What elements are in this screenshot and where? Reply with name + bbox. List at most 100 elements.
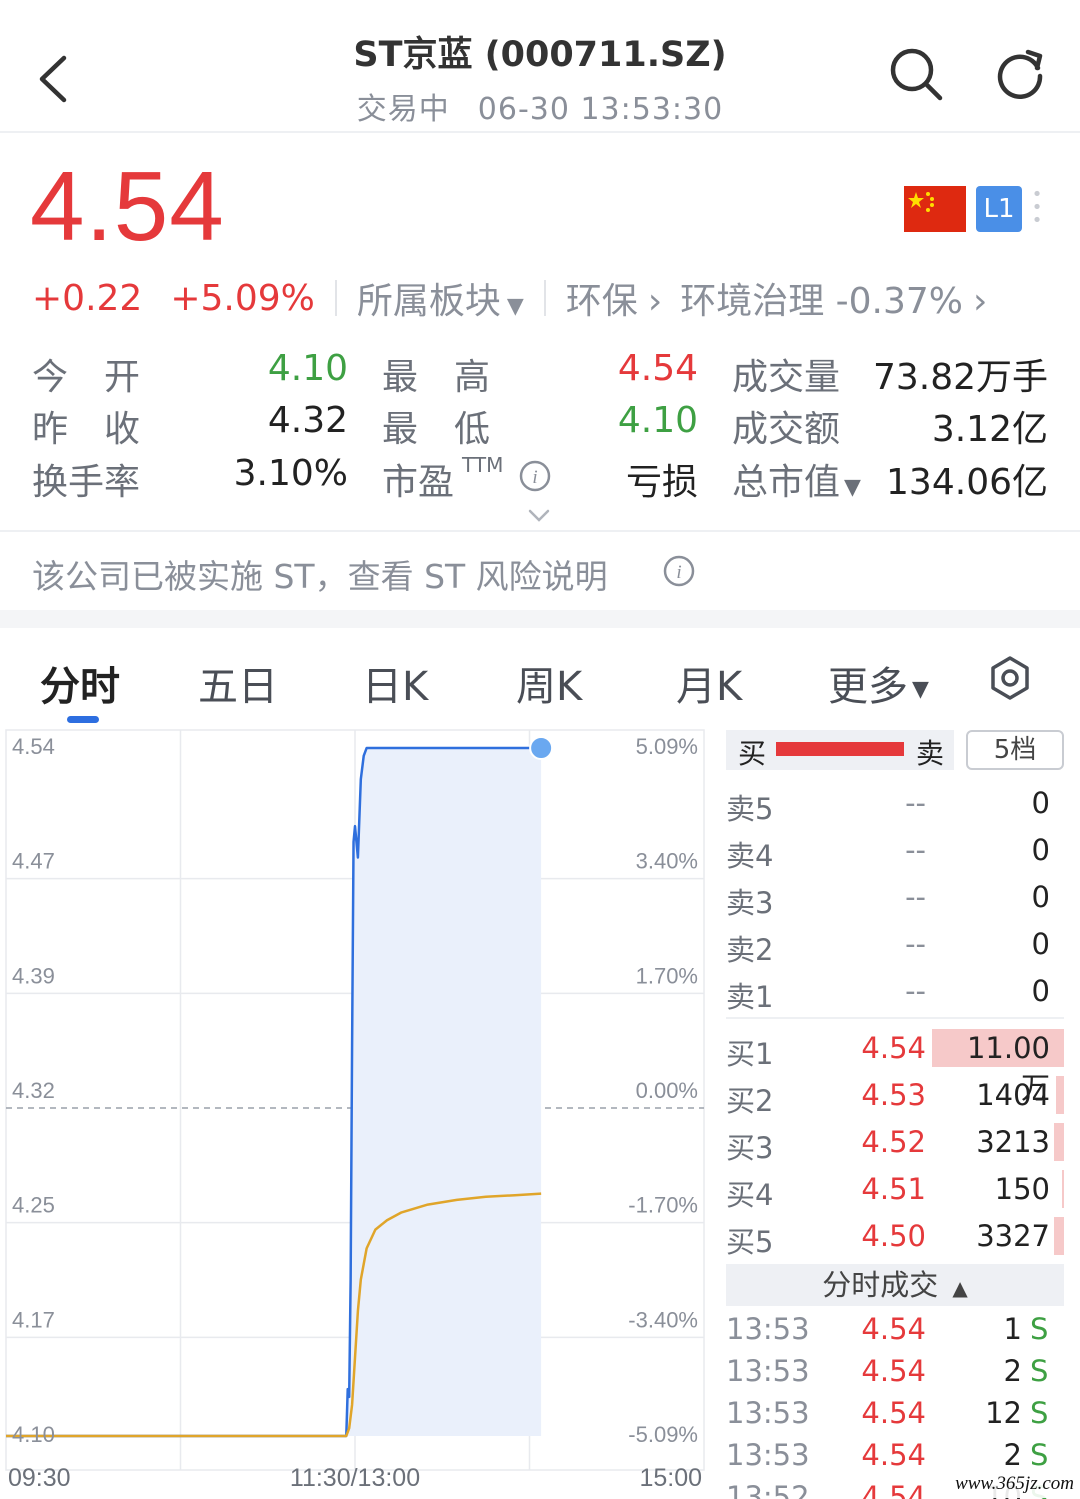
- bid-level-label: 买2: [726, 1084, 774, 1118]
- sell-label: 卖: [916, 737, 945, 770]
- mcap-value: 134.06亿: [886, 462, 1048, 503]
- y-tick-label: 4.10: [12, 1422, 55, 1447]
- svg-text:i: i: [676, 562, 681, 583]
- info-icon[interactable]: i: [662, 554, 696, 588]
- sub-sector-label: 环境治理 -0.37%: [680, 281, 964, 322]
- ask-level-label: 卖3: [726, 886, 774, 920]
- divider: [543, 280, 546, 316]
- settings-hexagon-icon[interactable]: [986, 654, 1034, 702]
- x-tick-label: 11:30/13:00: [290, 1464, 420, 1492]
- bid-volume-bar: [1054, 1217, 1064, 1255]
- trade-price: 4.54: [861, 1438, 926, 1472]
- y-pct-label: 1.70%: [636, 963, 698, 988]
- trades-header[interactable]: 分时成交 ▲: [726, 1264, 1064, 1306]
- section-divider: [0, 610, 1080, 628]
- tab-weekly-k[interactable]: 周K: [516, 654, 582, 712]
- info-icon[interactable]: i: [518, 459, 552, 493]
- y-axis-right: 5.09% 3.40% 1.70% 0.00% -1.70% -3.40% -5.09%: [628, 734, 698, 1447]
- trade-volume: 12: [985, 1396, 1022, 1430]
- depth-toggle-button[interactable]: 5档: [966, 730, 1064, 770]
- refresh-icon[interactable]: [990, 44, 1050, 104]
- book-divider: [726, 1017, 1064, 1019]
- sub-sector-link[interactable]: 环境治理 -0.37% ›: [680, 272, 987, 324]
- trade-volume: 1: [1003, 1312, 1022, 1346]
- expand-chevron-icon[interactable]: [527, 508, 551, 524]
- watermark: www.365jz.com: [950, 1470, 1076, 1498]
- trade-price: 4.54: [861, 1480, 926, 1499]
- y-pct-label: 0.00%: [636, 1078, 698, 1103]
- chevron-right-icon: ›: [973, 281, 988, 322]
- x-axis: 09:30 11:30/13:00 15:00: [8, 1464, 702, 1492]
- trade-time: 13:53: [726, 1396, 810, 1430]
- tab-five-day[interactable]: 五日: [198, 654, 278, 712]
- y-pct-label: 5.09%: [636, 734, 698, 759]
- bid-level-price: 4.54: [861, 1031, 926, 1065]
- last-price: 4.54: [30, 151, 225, 261]
- svg-text:i: i: [532, 467, 537, 488]
- pe-label: 市盈 TTM: [382, 453, 503, 505]
- ask-level-volume: 0: [1031, 927, 1050, 961]
- ask-level-price: --: [905, 927, 926, 961]
- high-label: 最 高: [382, 357, 491, 398]
- search-icon[interactable]: [886, 44, 946, 104]
- industry-link[interactable]: 环保 ›: [566, 272, 662, 324]
- more-dots-icon[interactable]: • • •: [1030, 186, 1044, 230]
- y-pct-label: 3.40%: [636, 849, 698, 874]
- trade-time: 13:52: [726, 1480, 810, 1499]
- low-label: 最 低: [382, 409, 491, 450]
- trade-volume: 2: [1003, 1354, 1022, 1388]
- st-notice-text[interactable]: 该公司已被实施 ST，查看 ST 风险说明: [32, 550, 608, 598]
- bid-level-price: 4.52: [861, 1125, 926, 1159]
- price-area: [6, 748, 542, 1436]
- mcap-dropdown[interactable]: 总市值 ▼: [732, 453, 861, 505]
- level1-badge[interactable]: L1: [976, 186, 1022, 232]
- turnover-rate-value: 3.10%: [233, 453, 348, 494]
- trade-side: S: [1030, 1396, 1049, 1430]
- ask-level-price: --: [905, 833, 926, 867]
- turnover-value: 3.12亿: [931, 409, 1048, 450]
- bid-level-volume: 150: [994, 1172, 1050, 1206]
- ask-level-price: --: [905, 974, 926, 1008]
- tab-daily-k[interactable]: 日K: [362, 654, 428, 712]
- trade-volume: 2: [1003, 1438, 1022, 1472]
- ask-level-label: 卖5: [726, 792, 774, 826]
- intraday-chart[interactable]: 4.54 4.47 4.39 4.32 4.25 4.17 4.10 5.09% 3.40% 1…: [0, 728, 712, 1499]
- price-change-pct: +5.09%: [170, 277, 315, 319]
- y-tick-label: 4.39: [12, 963, 55, 988]
- bid-level-label: 买1: [726, 1037, 774, 1071]
- trade-side: S: [1030, 1354, 1049, 1388]
- industry-label: 环保: [565, 281, 638, 322]
- quote-datetime: 06-30 13:53:30: [477, 92, 724, 127]
- market-status: 交易中: [356, 92, 450, 127]
- bid-level-volume: 1404: [976, 1078, 1050, 1112]
- turnover-rate-label: 换手率: [32, 462, 141, 503]
- x-tick-label: 15:00: [639, 1464, 702, 1492]
- ratio-bar: [776, 742, 904, 756]
- sector-label: 所属板块: [356, 281, 501, 322]
- bid-level-price: 4.50: [861, 1219, 926, 1253]
- turnover-label: 成交额: [732, 409, 841, 450]
- ask-level-label: 卖2: [726, 933, 774, 967]
- china-flag-icon: [904, 186, 966, 232]
- ask-level-volume: 0: [1031, 974, 1050, 1008]
- bid-level-volume: 3327: [976, 1219, 1050, 1253]
- tab-monthly-k[interactable]: 月K: [676, 654, 742, 712]
- trade-side: S: [1030, 1438, 1049, 1472]
- ask-level-volume: 0: [1031, 833, 1050, 867]
- trades-header-label: 分时成交: [822, 1268, 939, 1302]
- trade-time: 13:53: [726, 1354, 810, 1388]
- trade-time: 13:53: [726, 1312, 810, 1346]
- y-pct-label: -3.40%: [628, 1307, 698, 1332]
- y-pct-label: -1.70%: [628, 1193, 698, 1218]
- ask-level-label: 卖4: [726, 839, 774, 873]
- sector-dropdown[interactable]: 所属板块 ▼: [357, 272, 524, 324]
- tab-intraday[interactable]: 分时: [40, 654, 120, 712]
- trade-price: 4.54: [861, 1312, 926, 1346]
- ask-level-price: --: [905, 880, 926, 914]
- tab-more[interactable]: 更多 ▼: [828, 654, 929, 712]
- caret-down-icon: ▼: [844, 475, 861, 500]
- y-tick-label: 4.47: [12, 849, 55, 874]
- high-value: 4.54: [617, 348, 698, 389]
- bid-ask-ratio-bar: 买 卖: [726, 730, 954, 770]
- bid-level-price: 4.53: [861, 1078, 926, 1112]
